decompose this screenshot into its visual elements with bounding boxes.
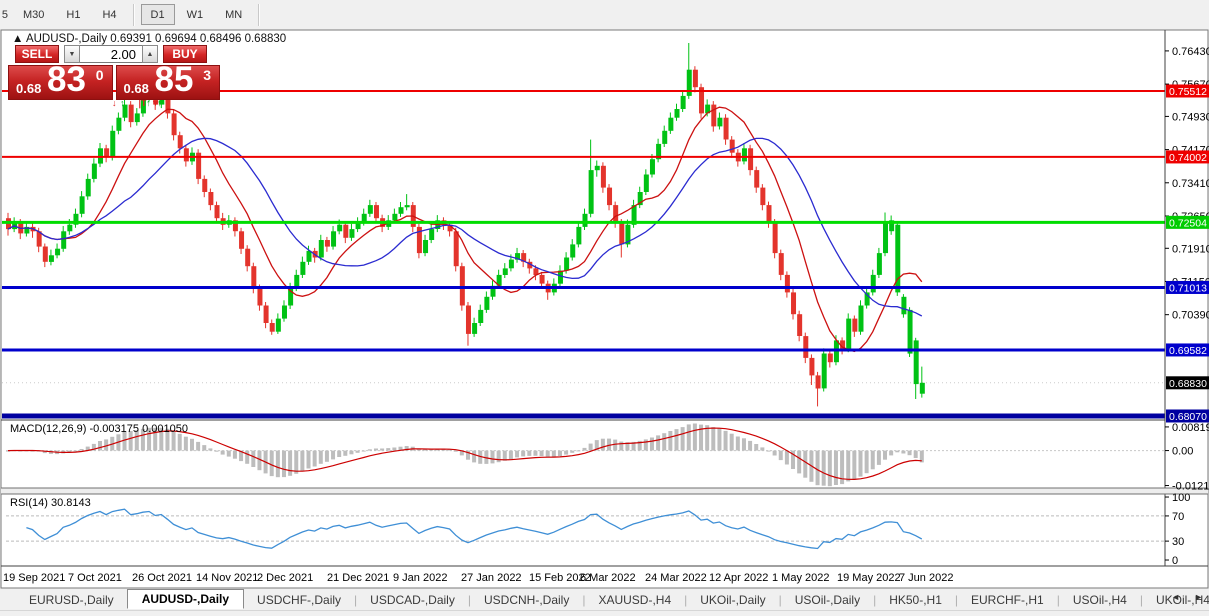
sell-price-box[interactable]: 0.68 83 0	[8, 65, 113, 100]
price-tick-label: 0.74930	[1172, 111, 1209, 123]
tab-xauusd-h4[interactable]: XAUUSD-,H4	[585, 591, 684, 609]
tab-usdchf-daily[interactable]: USDCHF-,Daily	[244, 591, 354, 609]
rsi-tick-label: 0	[1172, 555, 1178, 567]
tab-eurchf-h1[interactable]: EURCHF-,H1	[958, 591, 1057, 609]
tab-audusd-daily[interactable]: AUDUSD-,Daily	[127, 589, 244, 609]
sell-price-prefix: 0.68	[16, 81, 41, 96]
tab-scroll-left-button[interactable]: ◄	[1171, 592, 1180, 602]
tab-ukoil-daily[interactable]: UKOil-,Daily	[687, 591, 778, 609]
tab-hk50-h1[interactable]: HK50-,H1	[876, 591, 955, 609]
triangle-down-icon: ▼	[69, 51, 76, 58]
mt4-terminal: 5M30H1H4D1W1MN 0.764300.756700.749300.74…	[0, 0, 1209, 616]
date-label: 7 Jun 2022	[899, 572, 953, 584]
date-label: 6 Mar 2022	[580, 572, 636, 584]
rsi-label: RSI(14) 30.8143	[10, 497, 91, 509]
macd-tick-label: 0.008197	[1172, 422, 1209, 434]
chart-window-frame	[1, 30, 1208, 588]
price-tick-label: 0.70390	[1172, 310, 1209, 322]
tab-usdcad-daily[interactable]: USDCAD-,Daily	[357, 591, 468, 609]
rsi-tick-label: 70	[1172, 511, 1184, 523]
chart-tab-bar: EURUSD-,DailyAUDUSD-,DailyUSDCHF-,Daily|…	[0, 589, 1209, 610]
tab-usoil-daily[interactable]: USOil-,Daily	[782, 591, 873, 609]
date-label: 14 Nov 2021	[196, 572, 258, 584]
price-level-label: 0.75512	[1169, 86, 1207, 98]
sell-price-pipette: 0	[96, 67, 104, 83]
buy-price-prefix: 0.68	[124, 81, 149, 96]
tab-scroll-controls: ◄ ►	[1171, 592, 1203, 602]
date-label: 9 Jan 2022	[393, 572, 447, 584]
sell-price-big-digits: 83	[47, 60, 86, 100]
panel-splitter[interactable]	[1, 489, 1208, 494]
status-strip	[0, 610, 1209, 616]
buy-price-big-digits: 85	[155, 60, 194, 100]
date-label: 21 Dec 2021	[327, 572, 389, 584]
tab-usdcnh-daily[interactable]: USDCNH-,Daily	[471, 591, 582, 609]
date-label: 1 May 2022	[772, 572, 829, 584]
price-level-label: 0.72504	[1169, 217, 1207, 229]
macd-tick-label: 0.00	[1172, 446, 1193, 458]
buy-price-box[interactable]: 0.68 85 3	[116, 65, 221, 100]
date-label: 2 Dec 2021	[257, 572, 313, 584]
price-tick-label: 0.76430	[1172, 46, 1209, 58]
tab-usoil-h4[interactable]: USOil-,H4	[1060, 591, 1140, 609]
price-tick-label: 0.73410	[1172, 178, 1209, 190]
rsi-tick-label: 30	[1172, 536, 1184, 548]
trade-prices-row: 0.68 83 0 0.68 85 3	[8, 65, 223, 100]
macd-label: MACD(12,26,9) -0.003175 0.001050	[10, 423, 188, 435]
one-click-trade-panel: SELL ▼ ▲ BUY 0.68 83 0 0.68 85 3	[8, 45, 223, 100]
rsi-tick-label: 100	[1172, 492, 1190, 504]
buy-price-pipette: 3	[203, 67, 211, 83]
triangle-up-icon: ▲	[147, 51, 154, 58]
date-label: 19 May 2022	[837, 572, 901, 584]
date-label: 12 Apr 2022	[709, 572, 768, 584]
date-label: 7 Oct 2021	[68, 572, 122, 584]
date-label: 19 Sep 2021	[3, 572, 65, 584]
date-label: 26 Oct 2021	[132, 572, 192, 584]
tab-scroll-right-button[interactable]: ►	[1194, 592, 1203, 602]
chart-tabs: EURUSD-,DailyAUDUSD-,DailyUSDCHF-,Daily|…	[16, 589, 1209, 610]
volume-input[interactable]	[80, 45, 142, 63]
price-tick-label: 0.71910	[1172, 243, 1209, 255]
price-level-label: 0.71013	[1169, 282, 1207, 294]
price-level-label: 0.74002	[1169, 152, 1207, 164]
tab-eurusd-daily[interactable]: EURUSD-,Daily	[16, 591, 127, 609]
date-label: 24 Mar 2022	[645, 572, 707, 584]
chart-ohlc-info: ▲ AUDUSD-,Daily 0.69391 0.69694 0.68496 …	[12, 33, 286, 45]
date-label: 27 Jan 2022	[461, 572, 522, 584]
macd-tick-label: -0.012123	[1172, 481, 1209, 493]
price-level-label: 0.69582	[1169, 345, 1207, 357]
price-level-label: 0.68830	[1169, 378, 1207, 390]
